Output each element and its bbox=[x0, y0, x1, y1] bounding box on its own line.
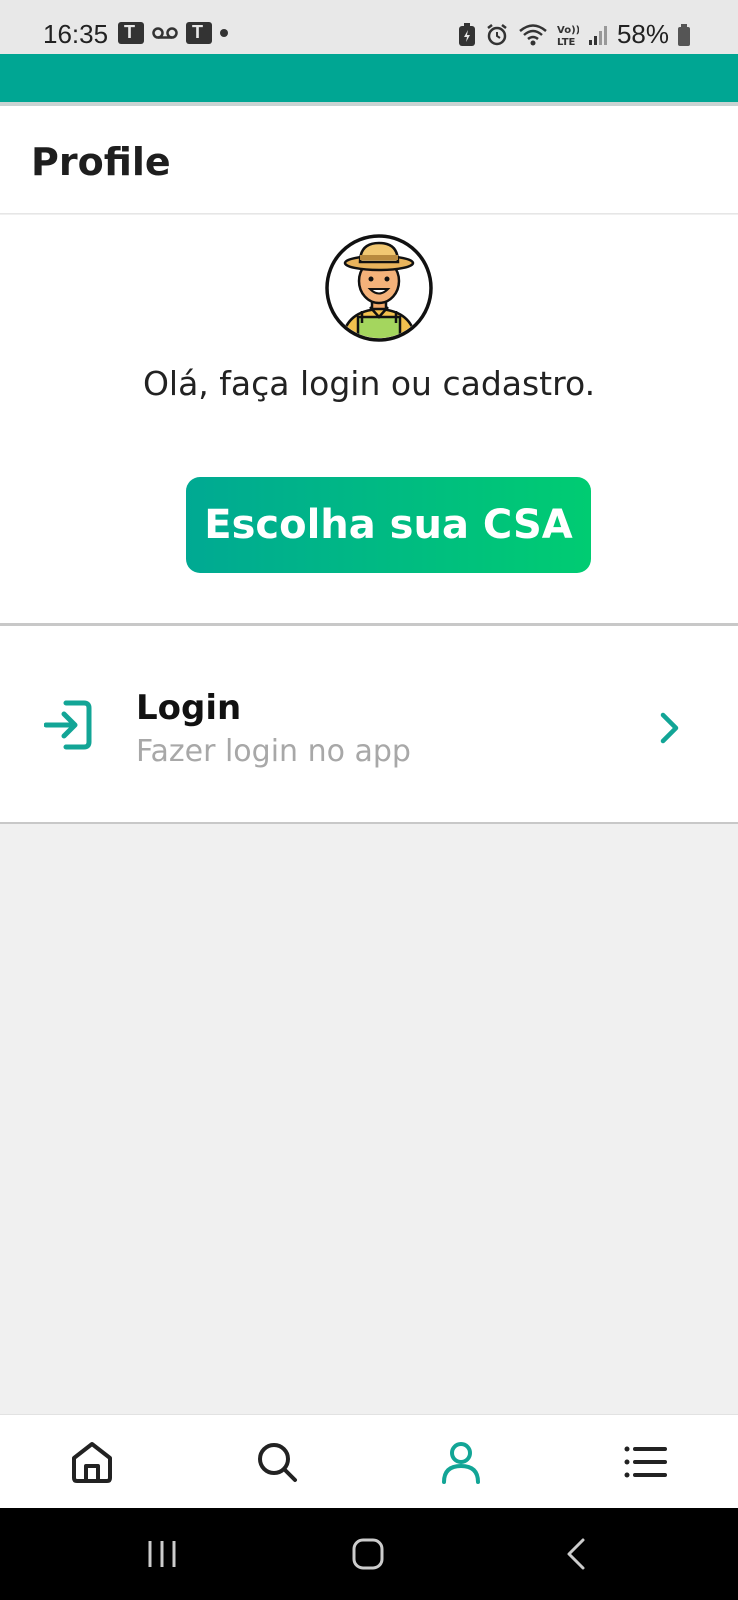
wifi-icon bbox=[519, 23, 547, 45]
back-icon bbox=[567, 1538, 585, 1570]
home-nav-button[interactable] bbox=[338, 1532, 398, 1576]
teams-icon bbox=[118, 22, 144, 44]
farmer-avatar-icon bbox=[325, 234, 433, 342]
login-title: Login bbox=[136, 688, 242, 728]
home-icon bbox=[72, 1442, 112, 1483]
login-menu-item[interactable]: Login Fazer login no app bbox=[0, 626, 738, 822]
bottom-tab-bar bbox=[0, 1414, 738, 1508]
page-title: Profile bbox=[31, 140, 171, 184]
notification-icons bbox=[118, 22, 228, 44]
page-header: Profile bbox=[0, 106, 738, 214]
svg-text:Vo)): Vo)) bbox=[557, 25, 579, 36]
greeting-text: Olá, faça login ou cadastro. bbox=[142, 364, 596, 403]
back-button[interactable] bbox=[546, 1532, 606, 1576]
status-time: 16:35 bbox=[43, 19, 109, 49]
battery-saver-icon bbox=[458, 22, 475, 46]
app-bar bbox=[0, 54, 738, 102]
home-nav-icon bbox=[352, 1538, 384, 1570]
tab-search[interactable] bbox=[217, 1415, 337, 1509]
profile-hero: Olá, faça login ou cadastro. Escolha sua… bbox=[0, 215, 738, 623]
divider bbox=[0, 822, 738, 824]
svg-text:LTE: LTE bbox=[557, 37, 576, 47]
system-navigation-bar bbox=[0, 1508, 738, 1600]
list-icon bbox=[624, 1446, 667, 1478]
voicemail-icon bbox=[152, 27, 178, 39]
signal-icon bbox=[588, 25, 607, 45]
tab-profile[interactable] bbox=[401, 1415, 521, 1509]
teams-icon bbox=[186, 22, 212, 44]
status-bar: 16:35 Vo))LTE 58% bbox=[0, 0, 738, 54]
user-icon bbox=[442, 1442, 480, 1484]
recent-apps-icon bbox=[148, 1541, 176, 1567]
chevron-right-icon bbox=[660, 712, 679, 744]
tab-home[interactable] bbox=[32, 1415, 152, 1509]
dot-icon bbox=[220, 29, 228, 37]
tab-menu[interactable] bbox=[585, 1415, 705, 1509]
login-subtitle: Fazer login no app bbox=[136, 734, 411, 769]
battery-icon bbox=[678, 23, 690, 46]
recent-apps-button[interactable] bbox=[132, 1532, 192, 1576]
volte-icon: Vo))LTE bbox=[557, 25, 579, 47]
alarm-icon bbox=[487, 23, 507, 45]
system-icons: Vo)) LTE 58% bbox=[458, 19, 690, 50]
battery-percent: 58% bbox=[616, 19, 669, 49]
choose-csa-button[interactable]: Escolha sua CSA bbox=[186, 477, 591, 573]
search-icon bbox=[258, 1443, 297, 1482]
login-icon bbox=[44, 700, 92, 750]
